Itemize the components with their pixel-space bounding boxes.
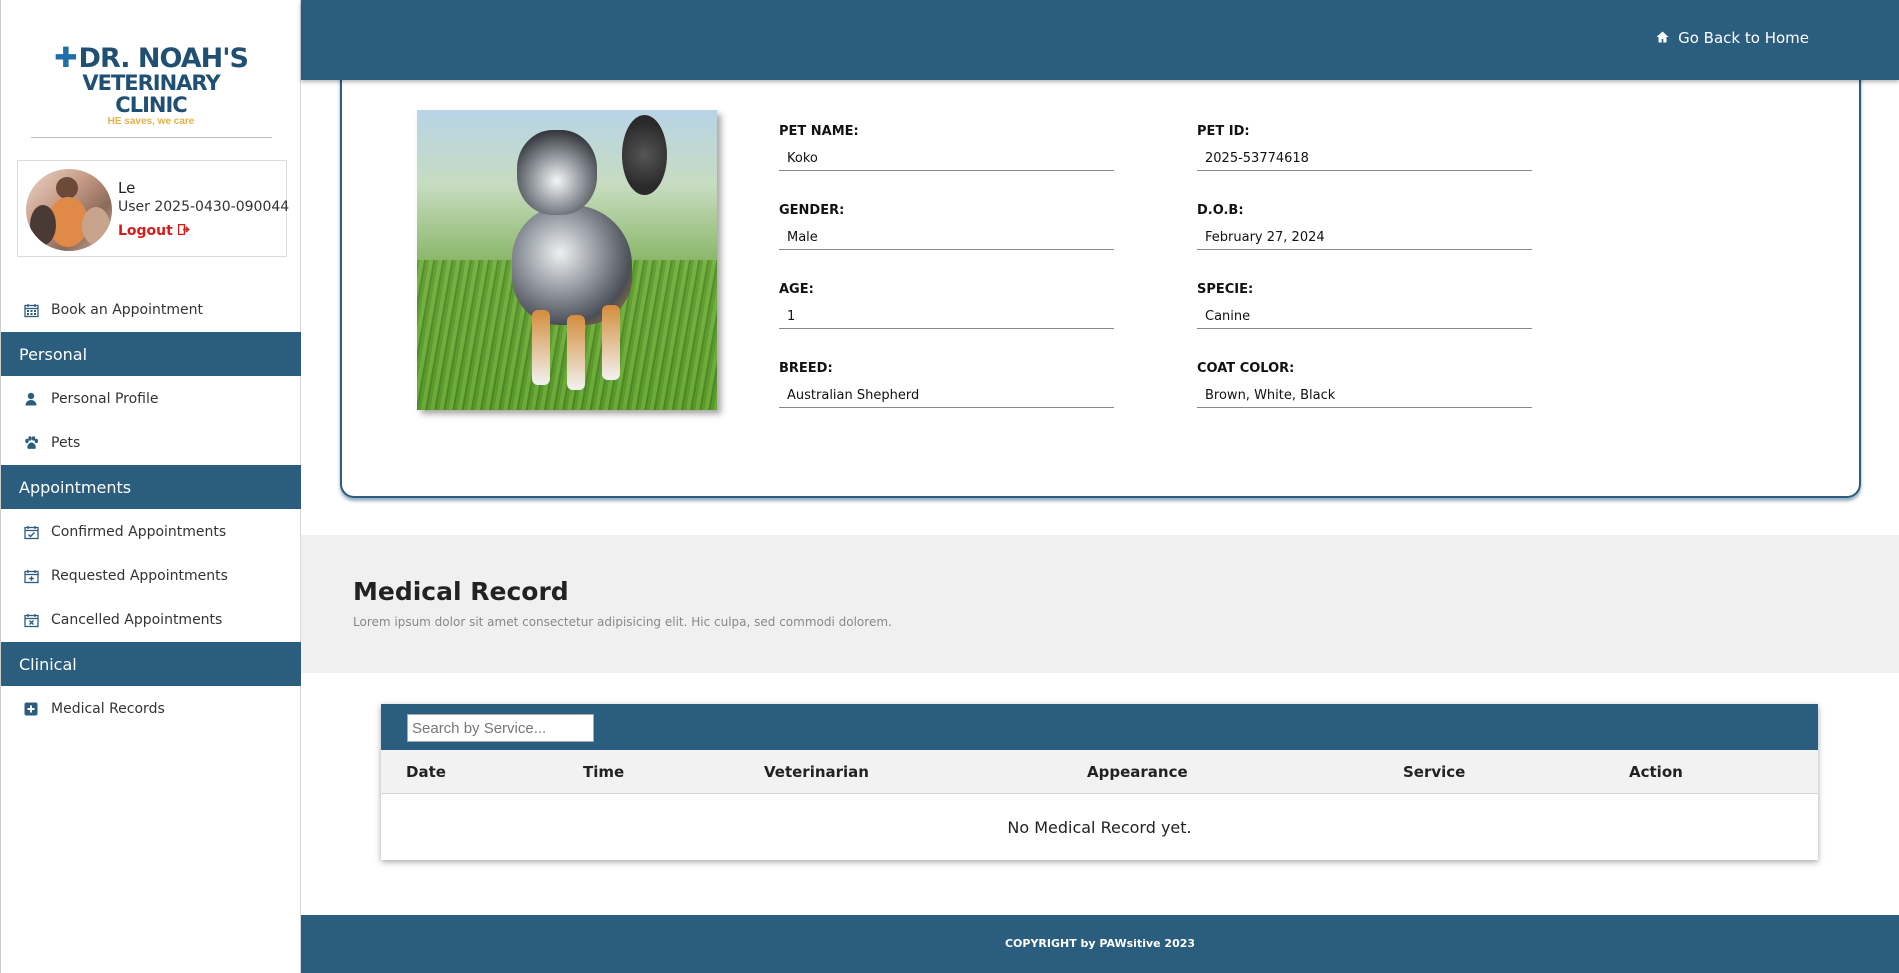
gender-field: GENDER: Male: [779, 203, 1114, 250]
logo-title-line2: VETERINARY CLINIC: [82, 71, 220, 117]
section-header-personal: Personal: [1, 332, 301, 376]
copyright-text: COPYRIGHT by PAWsitive 2023: [1004, 937, 1196, 950]
table-header: Date Time Veterinarian Appearance Servic…: [381, 750, 1818, 794]
logo-title-line1: ✚DR. NOAH'S: [51, 41, 251, 74]
column-header-date: Date: [406, 763, 446, 781]
dob-value: February 27, 2024: [1197, 226, 1532, 250]
sidebar-item-label: Confirmed Appointments: [51, 524, 227, 540]
search-service-input[interactable]: [407, 714, 594, 742]
breed-value: Australian Shepherd: [779, 384, 1114, 408]
clinic-logo[interactable]: ✚DR. NOAH'S VETERINARY CLINIC HE saves, …: [51, 44, 251, 128]
user-id: User 2025-0430-090044: [118, 199, 290, 215]
sidebar-item-label: Requested Appointments: [51, 568, 228, 584]
sidebar-item-book-appointment[interactable]: Book an Appointment: [1, 290, 301, 330]
gender-label: GENDER:: [779, 203, 845, 218]
coat-color-value: Brown, White, Black: [1197, 384, 1532, 408]
dob-label: D.O.B:: [1197, 203, 1244, 218]
coat-color-label: COAT COLOR:: [1197, 361, 1295, 376]
breed-label: BREED:: [779, 361, 833, 376]
avatar: [26, 169, 112, 251]
sidebar-item-medical-records[interactable]: Medical Records: [1, 689, 301, 729]
logo-name-1: DR. NOAH'S: [78, 43, 249, 74]
breed-field: BREED: Australian Shepherd: [779, 361, 1114, 408]
pet-id-field: PET ID: 2025-53774618: [1197, 124, 1532, 171]
column-header-time: Time: [583, 763, 625, 781]
paw-icon: [23, 435, 39, 451]
age-value: 1: [779, 305, 1114, 329]
specie-field: SPECIE: Canine: [1197, 282, 1532, 329]
medical-cross-icon: ✚: [54, 41, 77, 74]
age-label: AGE:: [779, 282, 814, 297]
user-icon: [23, 391, 39, 407]
pet-name-field: PET NAME: Koko: [779, 124, 1114, 171]
column-header-appearance: Appearance: [1087, 763, 1188, 781]
pet-name-label: PET NAME:: [779, 124, 859, 139]
coat-color-field: COAT COLOR: Brown, White, Black: [1197, 361, 1532, 408]
pet-details-card: PET NAME: Koko PET ID: 2025-53774618 GEN…: [340, 70, 1861, 498]
sidebar-item-cancelled-appointments[interactable]: Cancelled Appointments: [1, 600, 301, 640]
section-header-appointments: Appointments: [1, 465, 301, 509]
go-home-label: Go Back to Home: [1678, 29, 1809, 47]
calendar-plus-icon: [23, 568, 39, 584]
pet-photo: [417, 110, 717, 410]
column-header-veterinarian: Veterinarian: [764, 763, 869, 781]
table-toolbar: [381, 704, 1818, 750]
pet-id-value: 2025-53774618: [1197, 147, 1532, 171]
section-title: Personal: [19, 344, 88, 364]
medical-record-description: Lorem ipsum dolor sit amet consectetur a…: [353, 615, 892, 629]
column-header-service: Service: [1403, 763, 1466, 781]
logout-link[interactable]: Logout: [118, 223, 190, 239]
section-title: Clinical: [19, 654, 77, 674]
sidebar-item-label: Personal Profile: [51, 391, 159, 407]
empty-state-message: No Medical Record yet.: [1007, 818, 1192, 837]
logo-tagline: HE saves, we care: [107, 116, 195, 127]
sidebar: ✚DR. NOAH'S VETERINARY CLINIC HE saves, …: [0, 0, 301, 973]
sidebar-item-label: Pets: [51, 435, 81, 451]
top-bar: Go Back to Home: [301, 0, 1899, 80]
user-card: Le User 2025-0430-090044 Logout: [17, 160, 290, 257]
sidebar-item-label: Book an Appointment: [51, 302, 203, 318]
age-field: AGE: 1: [779, 282, 1114, 329]
calendar-check-icon: [23, 524, 39, 540]
sidebar-item-confirmed-appointments[interactable]: Confirmed Appointments: [1, 512, 301, 552]
calendar-x-icon: [23, 612, 39, 628]
gender-value: Male: [779, 226, 1114, 250]
sidebar-item-label: Medical Records: [51, 701, 165, 717]
sidebar-item-pets[interactable]: Pets: [1, 423, 301, 463]
specie-label: SPECIE:: [1197, 282, 1254, 297]
pet-name-value: Koko: [779, 147, 1114, 171]
sign-out-icon: [177, 223, 190, 239]
medical-record-table: Date Time Veterinarian Appearance Servic…: [381, 704, 1818, 860]
calendar-icon: [23, 302, 39, 318]
user-name: Le: [118, 179, 136, 197]
column-header-action: Action: [1629, 763, 1683, 781]
sidebar-item-personal-profile[interactable]: Personal Profile: [1, 379, 301, 419]
go-back-home-link[interactable]: Go Back to Home: [1656, 29, 1809, 47]
section-header-clinical: Clinical: [1, 642, 301, 686]
specie-value: Canine: [1197, 305, 1532, 329]
logout-label: Logout: [118, 223, 173, 239]
pet-id-label: PET ID:: [1197, 124, 1250, 139]
plus-square-icon: [23, 701, 39, 717]
footer: COPYRIGHT by PAWsitive 2023: [301, 915, 1899, 973]
sidebar-divider: [31, 137, 272, 138]
medical-record-banner: Medical Record Lorem ipsum dolor sit ame…: [301, 535, 1899, 673]
home-icon: [1656, 29, 1669, 47]
sidebar-item-requested-appointments[interactable]: Requested Appointments: [1, 556, 301, 596]
dob-field: D.O.B: February 27, 2024: [1197, 203, 1532, 250]
sidebar-item-label: Cancelled Appointments: [51, 612, 223, 628]
medical-record-title: Medical Record: [353, 577, 569, 606]
section-title: Appointments: [19, 477, 132, 497]
